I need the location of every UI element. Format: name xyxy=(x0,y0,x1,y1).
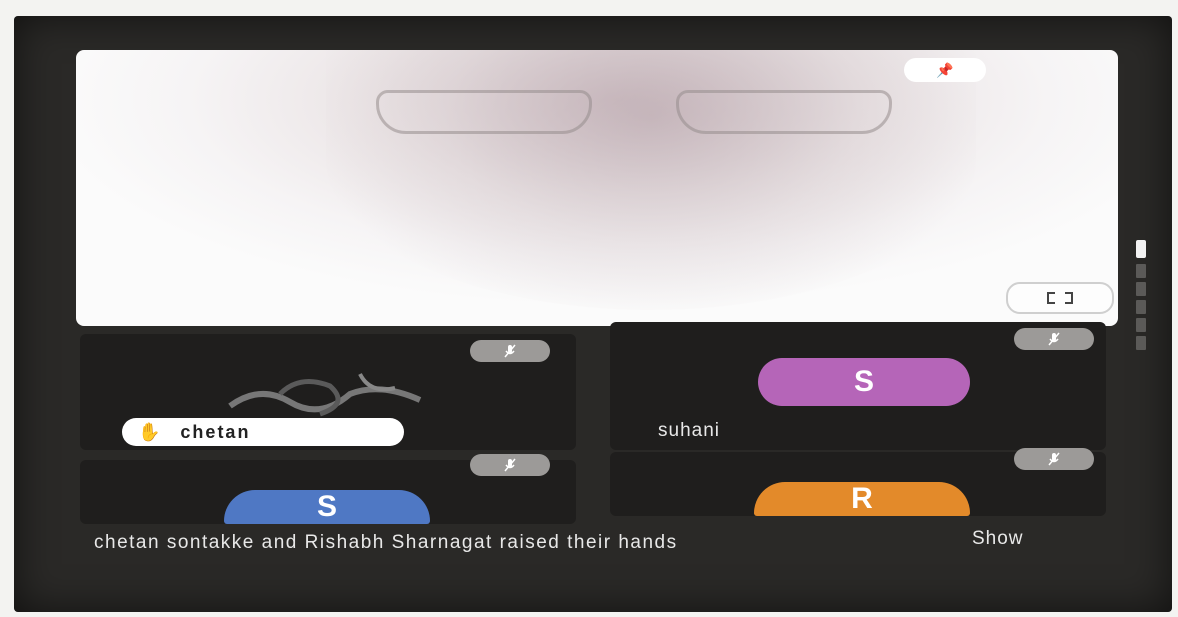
participant-face xyxy=(326,50,976,310)
pin-button[interactable]: 📌 xyxy=(904,58,986,82)
mic-off-icon xyxy=(1048,452,1060,466)
scroll-thumb[interactable] xyxy=(1136,240,1146,258)
scrollbar[interactable] xyxy=(1136,240,1148,366)
scroll-track-segment xyxy=(1136,282,1146,296)
mic-off-icon xyxy=(504,458,516,472)
participant-tile-suhani[interactable]: S suhani xyxy=(610,322,1106,450)
mic-off-badge xyxy=(470,454,550,476)
participant-video-thumbnail xyxy=(228,373,422,417)
mic-off-icon xyxy=(1048,332,1060,346)
participant-name: suhani xyxy=(658,420,720,441)
avatar: S xyxy=(758,358,970,406)
participant-name: chetan xyxy=(180,421,251,442)
fullscreen-button[interactable] xyxy=(1006,282,1114,314)
mic-off-badge xyxy=(1014,448,1094,470)
pin-icon: 📌 xyxy=(936,61,954,78)
participant-tile-s[interactable]: S xyxy=(80,454,576,524)
scroll-track-segment xyxy=(1136,264,1146,278)
glasses-right xyxy=(676,90,892,134)
fullscreen-icon xyxy=(1047,292,1073,304)
mic-off-badge xyxy=(470,340,550,362)
scroll-track-segment xyxy=(1136,336,1146,350)
mic-off-badge xyxy=(1014,328,1094,350)
avatar: S xyxy=(224,490,430,524)
mic-off-icon xyxy=(504,344,516,358)
meeting-screen: 📌 ✋ chetan S suhani S R chetan sontakke … xyxy=(14,16,1172,612)
raised-hands-notification: chetan sontakke and Rishabh Sharnagat ra… xyxy=(94,532,678,553)
participant-tile-chetan[interactable]: ✋ chetan xyxy=(80,334,576,450)
participant-tile-r[interactable]: R xyxy=(610,448,1106,516)
main-video-feed[interactable]: 📌 xyxy=(76,50,1118,326)
glasses-left xyxy=(376,90,592,134)
name-label-pill: ✋ chetan xyxy=(122,418,404,446)
avatar-letter: S xyxy=(316,490,337,523)
show-button[interactable]: Show xyxy=(972,528,1024,550)
avatar-letter: R xyxy=(851,482,873,515)
raised-hand-icon: ✋ xyxy=(138,421,163,442)
scroll-track-segment xyxy=(1136,300,1146,314)
scroll-track-segment xyxy=(1136,318,1146,332)
avatar-letter: S xyxy=(853,365,874,398)
avatar: R xyxy=(754,482,970,516)
